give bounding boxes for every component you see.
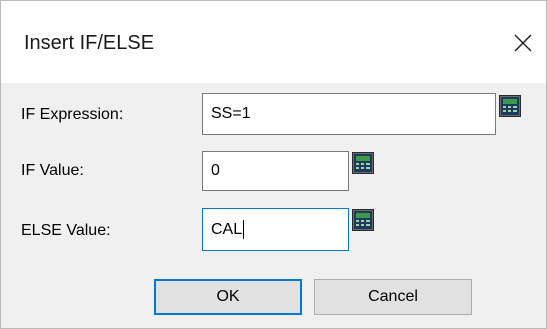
cancel-button-label: Cancel — [368, 288, 418, 305]
if-value-label: IF Value: — [21, 162, 84, 179]
calculator-icon — [352, 152, 374, 174]
cancel-button[interactable]: Cancel — [314, 279, 472, 315]
else-value-value: CAL — [211, 220, 243, 238]
if-value-value: 0 — [211, 162, 220, 179]
ok-button[interactable]: OK — [154, 279, 302, 315]
close-button[interactable] — [500, 23, 546, 63]
if-expression-calculator-button[interactable] — [499, 95, 521, 117]
calculator-icon — [352, 209, 374, 231]
close-icon — [514, 34, 532, 52]
insert-if-else-dialog: Insert IF/ELSE IF Expression: SS=1 IF Va… — [0, 0, 547, 329]
dialog-body: IF Expression: SS=1 IF Value: 0 ELSE Val… — [1, 83, 546, 328]
if-expression-input[interactable]: SS=1 — [202, 93, 496, 135]
else-value-label: ELSE Value: — [21, 222, 111, 239]
if-expression-label: IF Expression: — [21, 106, 124, 123]
else-value-input[interactable]: CAL — [202, 208, 349, 251]
dialog-title: Insert IF/ELSE — [24, 32, 155, 54]
ok-button-label: OK — [216, 288, 240, 305]
text-caret — [243, 220, 245, 239]
else-value-calculator-button[interactable] — [352, 209, 374, 231]
title-bar: Insert IF/ELSE — [1, 1, 546, 83]
if-value-calculator-button[interactable] — [352, 152, 374, 174]
if-expression-value: SS=1 — [211, 105, 251, 122]
calculator-icon — [499, 95, 521, 117]
if-value-input[interactable]: 0 — [202, 151, 349, 191]
